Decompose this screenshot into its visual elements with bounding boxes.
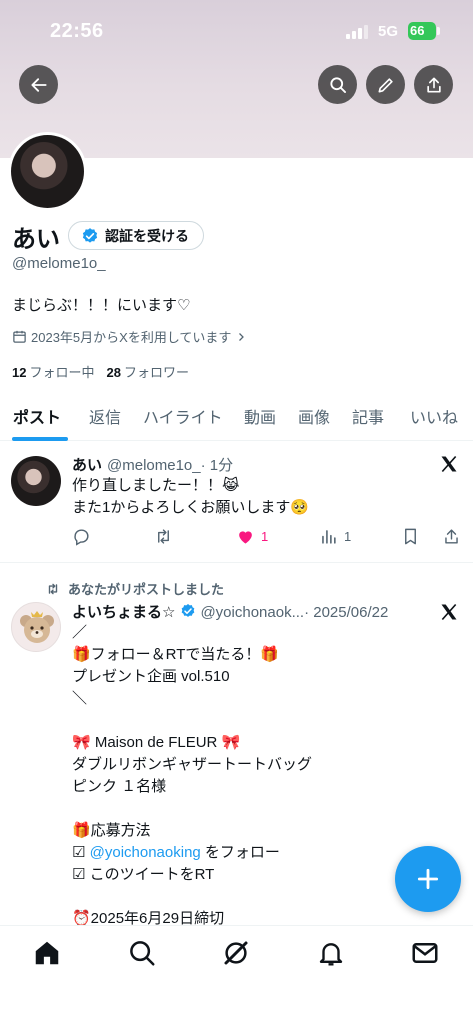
share-icon bbox=[445, 529, 458, 544]
verify-button[interactable]: 認証を受ける bbox=[68, 221, 204, 250]
pencil-icon bbox=[378, 77, 393, 92]
x-logo-icon bbox=[441, 603, 457, 621]
post-author-name[interactable]: あい bbox=[72, 457, 102, 474]
mail-icon bbox=[412, 943, 438, 963]
reply-icon bbox=[74, 529, 89, 546]
like-count: 1 bbox=[261, 529, 269, 544]
avatar-image bbox=[11, 135, 84, 208]
verified-badge-icon bbox=[82, 227, 98, 243]
network-label: 5G bbox=[378, 23, 399, 40]
repost-label: あなたがリポストしました bbox=[68, 582, 225, 597]
repost-button[interactable] bbox=[154, 527, 173, 546]
followers-link[interactable]: 28 フォロワー bbox=[106, 365, 188, 380]
post-author-handle: @melome1o_ bbox=[107, 457, 201, 474]
tab-indicator bbox=[12, 437, 68, 441]
post-author-handle: @yoichonaok... bbox=[200, 604, 305, 621]
battery-icon: 66 bbox=[408, 22, 436, 40]
views-icon bbox=[322, 530, 336, 544]
post-actions: 1 1 bbox=[72, 527, 462, 549]
post-avatar[interactable] bbox=[11, 602, 61, 652]
search-icon bbox=[130, 941, 155, 966]
profile-handle: @melome1o_ bbox=[12, 255, 106, 272]
profile-name: あい bbox=[12, 226, 60, 253]
profile-avatar[interactable] bbox=[8, 132, 87, 211]
following-link[interactable]: 12 フォロー中 bbox=[12, 365, 94, 380]
repost-indicator: あなたがリポストしました bbox=[46, 579, 224, 598]
x-logo-icon bbox=[441, 455, 457, 473]
post-header: あい @melome1o_· 1分 bbox=[72, 454, 233, 475]
arrow-left-icon bbox=[30, 77, 47, 92]
nav-notifications[interactable] bbox=[316, 938, 346, 968]
share-icon bbox=[426, 77, 441, 92]
post-time: · 1分 bbox=[200, 457, 234, 474]
nav-messages[interactable] bbox=[410, 938, 440, 968]
tab-replies[interactable]: 返信 bbox=[89, 404, 121, 428]
post-date: · 2025/06/22 bbox=[304, 604, 389, 621]
joined-date[interactable]: 2023年5月からXを利用しています bbox=[12, 327, 247, 346]
nav-search[interactable] bbox=[127, 938, 157, 968]
plus-icon bbox=[417, 868, 439, 890]
follow-stats: 12 フォロー中 28 フォロワー bbox=[12, 362, 189, 381]
battery-level: 66 bbox=[410, 23, 425, 38]
verified-badge-icon bbox=[182, 604, 195, 617]
search-button[interactable] bbox=[318, 65, 357, 104]
chevron-right-icon bbox=[239, 332, 245, 341]
repost-icon bbox=[48, 583, 58, 594]
tab-articles[interactable]: 記事 bbox=[352, 404, 384, 428]
profile-bio: まじらぶ！！！にいます♡ bbox=[12, 297, 191, 314]
tab-videos[interactable]: 動画 bbox=[244, 404, 276, 428]
back-button[interactable] bbox=[19, 65, 58, 104]
profile-tabs: ポスト 返信 ハイライト 動画 画像 記事 いいね bbox=[0, 398, 473, 441]
battery-tip bbox=[437, 27, 440, 35]
share-post-button[interactable] bbox=[442, 527, 461, 546]
like-button[interactable]: 1 bbox=[236, 527, 268, 546]
bookmark-icon bbox=[405, 528, 416, 545]
edit-button[interactable] bbox=[366, 65, 405, 104]
repost-icon bbox=[158, 529, 169, 544]
post-item[interactable]: あい @melome1o_· 1分 作り直しましたー！！😹 また1からよろしくお願… bbox=[0, 448, 473, 563]
bell-icon bbox=[319, 943, 343, 966]
compose-button[interactable] bbox=[395, 846, 461, 912]
share-button[interactable] bbox=[414, 65, 453, 104]
heart-filled-icon bbox=[239, 531, 252, 544]
search-icon bbox=[329, 76, 346, 93]
tab-posts[interactable]: ポスト bbox=[13, 404, 61, 428]
calendar-icon bbox=[13, 330, 26, 343]
grok-icon bbox=[224, 941, 248, 965]
status-time: 22:56 bbox=[50, 20, 104, 42]
tab-likes[interactable]: いいね bbox=[410, 404, 458, 428]
nav-home[interactable] bbox=[32, 938, 62, 968]
tab-highlights[interactable]: ハイライト bbox=[143, 404, 223, 428]
post-header: よいちょまる☆ @yoichonaok...· 2025/06/22 bbox=[72, 601, 388, 622]
bookmark-button[interactable] bbox=[401, 527, 420, 546]
status-bar: 22:56 5G 66 bbox=[0, 0, 473, 62]
post-avatar[interactable] bbox=[11, 456, 61, 506]
view-count: 1 bbox=[344, 529, 352, 544]
nav-grok[interactable] bbox=[221, 938, 251, 968]
bear-avatar-icon bbox=[20, 611, 54, 643]
post-text: 作り直しましたー！！😹 また1からよろしくお願いします🥺 bbox=[72, 477, 310, 516]
reply-button[interactable] bbox=[72, 527, 91, 546]
joined-label: 2023年5月からXを利用しています bbox=[31, 330, 232, 345]
bottom-navigation bbox=[0, 925, 473, 1024]
mention-link[interactable]: @yoichonaoking bbox=[90, 844, 201, 861]
verify-label: 認証を受ける bbox=[105, 227, 189, 244]
signal-icon bbox=[346, 25, 370, 39]
views-button[interactable]: 1 bbox=[319, 527, 351, 546]
tab-images[interactable]: 画像 bbox=[298, 404, 330, 428]
post-text: ／ 🎁フォロー＆RTで当たる！🎁 プレゼント企画 vol.510 ＼ 🎀 Mai… bbox=[72, 624, 313, 927]
home-icon bbox=[35, 941, 59, 965]
post-author-name[interactable]: よいちょまる☆ bbox=[72, 604, 175, 621]
